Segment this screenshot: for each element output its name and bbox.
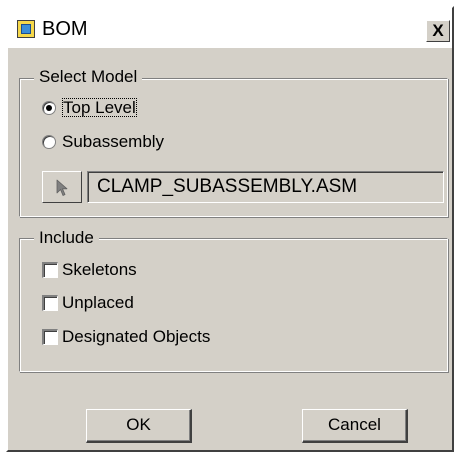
arrow-pointer-icon [56,179,68,196]
designated-objects-checkbox-box[interactable] [42,329,58,345]
model-name-field[interactable]: CLAMP_SUBASSEMBLY.ASM [87,171,444,203]
skeletons-checkbox[interactable]: Skeletons [42,258,242,282]
bom-dialog: BOM X Select Model Top Level Subassembly… [6,6,454,452]
designated-objects-label: Designated Objects [62,327,211,346]
close-button[interactable]: X [426,20,450,42]
top-level-radio[interactable]: Top Level [42,96,222,120]
skeletons-checkbox-box[interactable] [42,262,58,278]
skeletons-label: Skeletons [62,260,137,279]
subassembly-radio-button[interactable] [42,135,56,149]
ok-button[interactable]: OK [86,409,192,443]
top-level-radio-button[interactable] [42,101,56,115]
select-model-legend: Select Model [34,67,143,87]
designated-objects-checkbox[interactable]: Designated Objects [42,325,302,349]
subassembly-label: Subassembly [62,132,165,151]
bom-window-icon [17,20,35,38]
subassembly-radio[interactable]: Subassembly [42,130,242,154]
title-bar[interactable]: BOM X [8,8,452,48]
top-level-label: Top Level [62,98,137,117]
unplaced-checkbox-box[interactable] [42,295,58,311]
window-title: BOM [42,18,88,40]
include-legend: Include [34,228,99,248]
unplaced-checkbox[interactable]: Unplaced [42,291,242,315]
unplaced-label: Unplaced [62,293,134,312]
pick-model-button[interactable] [42,171,82,203]
cancel-button[interactable]: Cancel [302,409,408,443]
